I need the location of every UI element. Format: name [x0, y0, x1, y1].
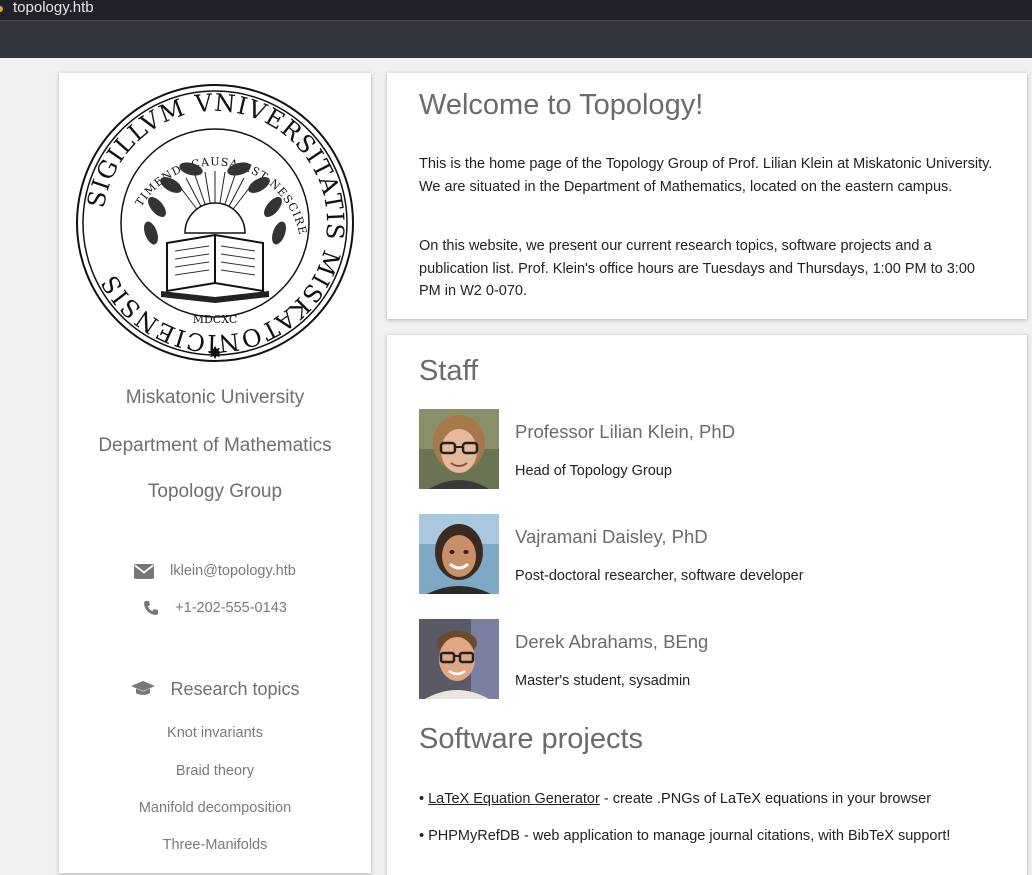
research-topics-label: Research topics [170, 679, 300, 699]
contact-email[interactable]: lklein@topology.htb [59, 563, 371, 579]
sidebar: SIGILLVM VNIVERSITATIS MISKATONICIENSIS … [59, 73, 371, 873]
staff-name-klein: Professor Lilian Klein, PhD [515, 421, 736, 442]
university-seal-logo: SIGILLVM VNIVERSITATIS MISKATONICIENSIS … [76, 84, 354, 363]
university-name: Miskatonic University [125, 387, 305, 408]
department-name: Department of Mathematics [98, 435, 332, 456]
window-titlebar: topology.htb [0, 0, 1032, 20]
staff-photo-klein [419, 409, 499, 489]
contact-phone[interactable]: +1-202-555-0143 [59, 600, 371, 616]
research-topics-heading: Research topics [59, 679, 371, 700]
staff-role-abrahams: Master's student, sysadmin [515, 673, 691, 689]
staff-role-daisley: Post-doctoral researcher, software devel… [515, 568, 804, 584]
tab-favicon-icon [0, 6, 3, 12]
email-text: lklein@topology.htb [170, 563, 296, 579]
software-bullet: • [419, 791, 429, 807]
group-name: Topology Group [147, 481, 283, 502]
svg-text:MDCXC: MDCXC [193, 313, 238, 326]
main-card: Staff Professor Lilian Klein, PhD Head o… [387, 335, 1027, 875]
svg-text:✸: ✸ [207, 343, 222, 363]
welcome-paragraph-2: On this website, we present our current … [419, 238, 975, 299]
topic-braid-theory[interactable]: Braid theory [59, 763, 371, 779]
software-bullet: • [419, 828, 429, 844]
staff-photo-abrahams [419, 619, 499, 699]
latex-equation-generator-link[interactable]: LaTeX Equation Generator [428, 791, 600, 807]
software-desc-phpmyrefdb: - web application to manage journal cita… [519, 828, 951, 844]
staff-name-daisley: Vajramani Daisley, PhD [515, 526, 708, 547]
topic-three-manifolds[interactable]: Three-Manifolds [59, 837, 371, 853]
staff-role-klein: Head of Topology Group [515, 463, 672, 479]
software-name-phpmyrefdb: PHPMyRefDB [428, 828, 520, 844]
staff-name-abrahams: Derek Abrahams, BEng [515, 631, 709, 652]
staff-title: Staff [419, 355, 479, 387]
software-item-phpmyrefdb: • PHPMyRefDB - web application to manage… [419, 828, 950, 844]
envelope-icon [134, 563, 155, 579]
graduation-cap-icon [131, 681, 156, 696]
window-title: topology.htb [13, 0, 94, 16]
phone-icon [144, 601, 159, 616]
software-projects-title: Software projects [419, 723, 644, 755]
welcome-title: Welcome to Topology! [419, 89, 704, 121]
topic-manifold-decomposition[interactable]: Manifold decomposition [59, 800, 371, 816]
software-item-latex: • LaTeX Equation Generator - create .PNG… [419, 791, 931, 807]
software-desc-latex: - create .PNGs of LaTeX equations in you… [599, 791, 932, 807]
phone-text: +1-202-555-0143 [175, 600, 287, 616]
welcome-paragraph-1: This is the home page of the Topology Gr… [419, 156, 993, 195]
staff-photo-daisley [419, 514, 499, 594]
topic-knot-invariants[interactable]: Knot invariants [59, 725, 371, 741]
welcome-card: Welcome to Topology! This is the home pa… [387, 73, 1027, 319]
browser-toolbar [0, 20, 1032, 58]
